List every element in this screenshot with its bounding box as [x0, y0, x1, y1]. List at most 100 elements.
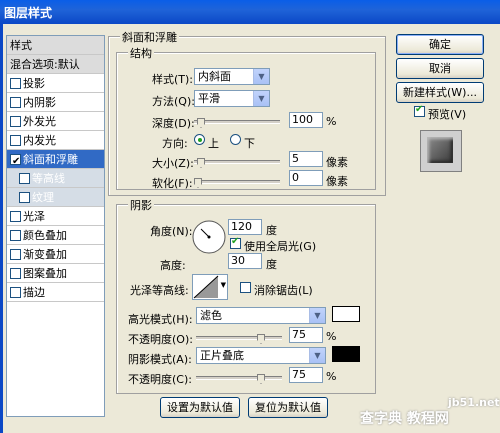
- depth-input[interactable]: 100: [289, 112, 323, 128]
- sidebar-item-label: 光泽: [23, 210, 45, 223]
- reset-default-button[interactable]: 复位为默认值: [248, 397, 328, 418]
- size-slider[interactable]: [194, 160, 280, 164]
- technique-select-value: 平滑: [198, 92, 220, 105]
- depth-label: 深度(D):: [152, 117, 195, 130]
- new-style-button[interactable]: 新建样式(W)...: [396, 82, 484, 103]
- highlight-opacity-label: 不透明度(O):: [128, 333, 193, 346]
- shadow-opacity-label: 不透明度(C):: [128, 373, 192, 386]
- gloss-contour-label: 光泽等高线:: [130, 284, 189, 297]
- sidebar-item-label: 描边: [23, 286, 45, 299]
- angle-label: 角度(N):: [150, 225, 193, 238]
- ok-button[interactable]: 确定: [396, 34, 484, 55]
- direction-up-radio[interactable]: [194, 134, 205, 145]
- sidebar-item-bevel-emboss[interactable]: ✔ 斜面和浮雕: [7, 150, 104, 169]
- sidebar-item-inner-glow[interactable]: 内发光: [7, 131, 104, 150]
- size-unit: 像素: [326, 156, 348, 169]
- style-label: 样式(T):: [152, 73, 194, 86]
- sidebar-item-pattern-overlay[interactable]: 图案叠加: [7, 264, 104, 283]
- sidebar-item-label: 内阴影: [23, 96, 56, 109]
- checkbox[interactable]: [10, 134, 21, 146]
- sidebar-item-label: 颜色叠加: [23, 229, 67, 242]
- sidebar-item-gradient-overlay[interactable]: 渐变叠加: [7, 245, 104, 264]
- technique-label: 方法(Q):: [152, 95, 195, 108]
- shadow-mode-label: 阴影模式(A):: [128, 353, 192, 366]
- shadow-mode-value: 正片叠底: [200, 349, 244, 362]
- technique-select[interactable]: 平滑 ▼: [194, 90, 270, 107]
- direction-label: 方向:: [162, 137, 188, 150]
- preview-checkbox[interactable]: [414, 104, 425, 117]
- checkbox[interactable]: [10, 248, 21, 260]
- sidebar-item-label: 图案叠加: [23, 267, 67, 280]
- global-light-checkbox[interactable]: [230, 236, 241, 249]
- soften-slider[interactable]: [194, 180, 280, 184]
- preview-bevel-square: [427, 137, 453, 163]
- styles-list: 样式 混合选项:默认 投影 内阴影 外发光 内发光 ✔ 斜面和浮雕 等高线 纹理 …: [6, 35, 105, 417]
- contour-preview-icon: [193, 275, 219, 299]
- shadow-color-swatch[interactable]: [332, 346, 360, 362]
- highlight-opacity-input[interactable]: 75: [289, 327, 323, 343]
- antialias-label: 消除锯齿(L): [254, 284, 313, 297]
- sidebar-item-drop-shadow[interactable]: 投影: [7, 74, 104, 93]
- shadow-mode-select[interactable]: 正片叠底 ▼: [196, 347, 326, 364]
- sidebar-item-color-overlay[interactable]: 颜色叠加: [7, 226, 104, 245]
- set-default-button[interactable]: 设置为默认值: [160, 397, 240, 418]
- antialias-checkbox[interactable]: [240, 282, 251, 293]
- shadow-opacity-input[interactable]: 75: [289, 367, 323, 383]
- shadow-opacity-slider[interactable]: [196, 376, 282, 380]
- sidebar-item-label: 混合选项:默认: [10, 58, 80, 71]
- depth-slider[interactable]: [194, 120, 280, 124]
- chevron-down-icon: ▼: [309, 348, 325, 363]
- altitude-input[interactable]: 30: [228, 253, 262, 269]
- styles-list-header[interactable]: 样式: [7, 36, 104, 55]
- altitude-label: 高度:: [160, 259, 186, 272]
- size-label: 大小(Z):: [152, 157, 194, 170]
- sidebar-item-texture[interactable]: 纹理: [7, 188, 104, 207]
- chevron-down-icon: ▼: [220, 281, 226, 289]
- checkbox[interactable]: [10, 210, 21, 222]
- checkmark-icon: ✔: [12, 155, 21, 167]
- angle-input[interactable]: 120: [228, 219, 262, 235]
- checkbox[interactable]: [19, 172, 30, 184]
- chevron-down-icon: ▼: [253, 91, 269, 106]
- direction-up-label: 上: [208, 137, 219, 150]
- checkbox[interactable]: [19, 191, 30, 203]
- watermark-site: jb51.net: [448, 396, 500, 409]
- gloss-contour-picker[interactable]: ▼: [192, 274, 228, 300]
- checkbox[interactable]: [10, 229, 21, 241]
- checkbox[interactable]: [10, 286, 21, 298]
- style-select[interactable]: 内斜面 ▼: [194, 68, 270, 85]
- shading-title: 阴影: [128, 197, 154, 213]
- altitude-unit: 度: [266, 258, 277, 271]
- checkbox[interactable]: [10, 96, 21, 108]
- sidebar-item-inner-shadow[interactable]: 内阴影: [7, 93, 104, 112]
- direction-down-radio[interactable]: [230, 134, 241, 145]
- chevron-down-icon: ▼: [253, 69, 269, 84]
- angle-dial[interactable]: [192, 220, 226, 254]
- sidebar-item-label: 外发光: [23, 115, 56, 128]
- soften-unit: 像素: [326, 175, 348, 188]
- sidebar-item-contour[interactable]: 等高线: [7, 169, 104, 188]
- sidebar-item-outer-glow[interactable]: 外发光: [7, 112, 104, 131]
- shadow-opacity-unit: %: [326, 370, 337, 383]
- soften-label: 软化(F):: [152, 177, 193, 190]
- sidebar-item-satin[interactable]: 光泽: [7, 207, 104, 226]
- checkbox[interactable]: [10, 267, 21, 279]
- checkbox[interactable]: [10, 77, 21, 89]
- checkbox[interactable]: ✔: [10, 153, 21, 167]
- highlight-color-swatch[interactable]: [332, 306, 360, 322]
- checkbox[interactable]: [10, 115, 21, 127]
- cancel-button[interactable]: 取消: [396, 58, 484, 79]
- window-title: 图层样式: [4, 6, 53, 20]
- sidebar-item-stroke[interactable]: 描边: [7, 283, 104, 302]
- highlight-opacity-slider[interactable]: [196, 336, 282, 340]
- sidebar-item-label: 纹理: [32, 191, 54, 204]
- global-light-label: 使用全局光(G): [244, 240, 317, 253]
- highlight-mode-value: 滤色: [200, 309, 222, 322]
- size-input[interactable]: 5: [289, 151, 323, 167]
- soften-input[interactable]: 0: [289, 170, 323, 186]
- sidebar-item-blending-options[interactable]: 混合选项:默认: [7, 55, 104, 74]
- highlight-mode-select[interactable]: 滤色 ▼: [196, 307, 326, 324]
- sidebar-item-label: 投影: [23, 77, 45, 90]
- angle-unit: 度: [266, 224, 277, 237]
- preview-swatch: [420, 130, 462, 172]
